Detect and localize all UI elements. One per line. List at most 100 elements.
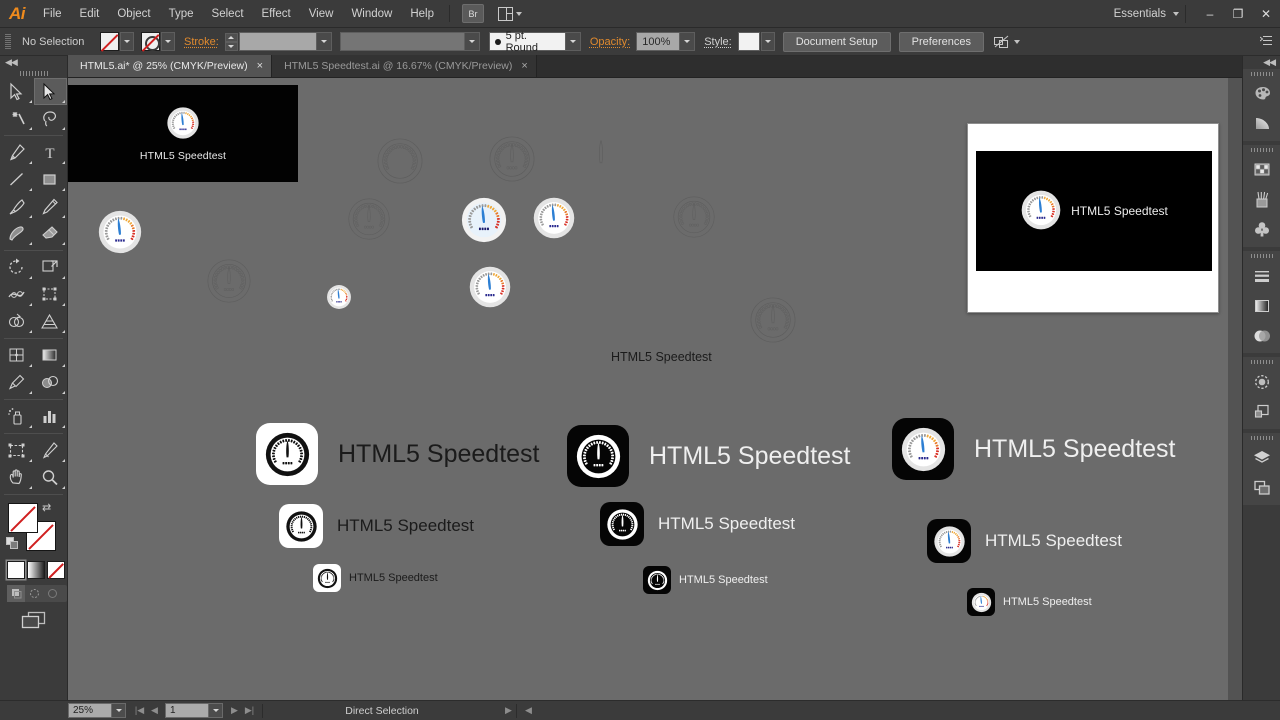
canvas-area[interactable]: HTML5 Speedtest HTML5 Speedtest HTML5 Sp… xyxy=(68,78,1228,700)
logo-large-dark[interactable]: HTML5 Speedtest xyxy=(567,425,851,487)
minimize-button[interactable]: – xyxy=(1196,0,1224,28)
change-screen-mode-icon[interactable] xyxy=(0,611,67,630)
stroke-swatch-group[interactable] xyxy=(141,32,175,51)
dock-group-grip[interactable] xyxy=(1243,69,1280,78)
menu-file[interactable]: File xyxy=(34,0,71,28)
artboard-number-value[interactable]: 1 xyxy=(165,703,209,718)
workspace-switcher[interactable]: Essentials xyxy=(1102,8,1170,20)
fill-swatch-group[interactable] xyxy=(100,32,134,51)
scale-tool[interactable] xyxy=(34,254,68,281)
fill-swatch-none-icon[interactable] xyxy=(100,32,119,51)
line-segment-tool[interactable] xyxy=(0,166,34,193)
navigator-preview-panel[interactable]: HTML5 Speedtest xyxy=(967,123,1219,313)
none-mode-button[interactable] xyxy=(47,561,65,579)
document-setup-button[interactable]: Document Setup xyxy=(782,31,891,52)
brush-definition-chevron-down-icon[interactable] xyxy=(565,32,581,51)
color-guide-panel-icon[interactable] xyxy=(1243,108,1280,138)
gauge-gray-1[interactable] xyxy=(532,196,576,243)
brushes-panel-icon[interactable] xyxy=(1243,184,1280,214)
stroke-panel-icon[interactable] xyxy=(1243,260,1280,290)
stroke-label[interactable]: Stroke: xyxy=(184,36,219,48)
preferences-button[interactable]: Preferences xyxy=(898,31,984,52)
style-label[interactable]: Style: xyxy=(704,36,732,48)
fill-color-box[interactable] xyxy=(8,503,38,533)
magic-wand-tool[interactable] xyxy=(0,105,34,132)
restore-button[interactable]: ❐ xyxy=(1224,0,1252,28)
perspective-grid-tool[interactable] xyxy=(34,308,68,335)
gauge-color-2[interactable] xyxy=(460,196,508,247)
logo-small-color[interactable]: HTML5 Speedtest xyxy=(967,588,1092,616)
lasso-tool[interactable] xyxy=(34,105,68,132)
gradient-mode-button[interactable] xyxy=(27,561,45,579)
swap-fill-stroke-icon[interactable]: ⇄ xyxy=(42,501,51,514)
last-artboard-icon[interactable]: ▶| xyxy=(242,702,257,720)
pencil-tool[interactable] xyxy=(34,193,68,220)
blend-tool[interactable] xyxy=(34,369,68,396)
logo-large-color[interactable]: HTML5 Speedtest xyxy=(892,418,1176,480)
floating-text-label[interactable]: HTML5 Speedtest xyxy=(611,350,712,364)
dock-collapse-icon[interactable]: ◀◀ xyxy=(1243,56,1280,69)
brush-definition-combo[interactable]: 5 pt. Round xyxy=(488,30,581,54)
logo-medium-light[interactable]: HTML5 Speedtest xyxy=(279,504,474,548)
gauge-outline-4[interactable] xyxy=(672,195,716,242)
artboard-chevron-down-icon[interactable] xyxy=(209,703,223,718)
menu-window[interactable]: Window xyxy=(342,0,401,28)
draw-behind-icon[interactable] xyxy=(25,585,43,602)
status-resize-icon[interactable]: ◀ xyxy=(521,702,536,720)
zoom-tool[interactable] xyxy=(34,464,68,491)
arrange-documents-icon[interactable] xyxy=(498,5,522,23)
document-tab-1[interactable]: HTML5 Speedtest.ai @ 16.67% (CMYK/Previe… xyxy=(272,55,537,77)
gauge-outline-1[interactable] xyxy=(376,137,424,188)
transparency-panel-icon[interactable] xyxy=(1243,320,1280,350)
tools-collapse-icon[interactable]: ◀◀ xyxy=(0,56,67,68)
stroke-weight-value[interactable] xyxy=(238,32,317,51)
close-tab-icon[interactable]: × xyxy=(257,60,263,72)
style-swatch-group[interactable] xyxy=(737,32,775,51)
stroke-weight-stepper[interactable] xyxy=(224,32,238,51)
fill-chevron-down-icon[interactable] xyxy=(120,32,134,51)
graphic-styles-panel-icon[interactable] xyxy=(1243,396,1280,426)
mesh-tool[interactable] xyxy=(0,342,34,369)
symbols-panel-icon[interactable] xyxy=(1243,214,1280,244)
close-button[interactable]: ✕ xyxy=(1252,0,1280,28)
tools-panel-grip[interactable] xyxy=(0,68,67,78)
artboard-tool[interactable] xyxy=(0,437,34,464)
previous-artboard-icon[interactable]: ◀ xyxy=(147,702,162,720)
type-tool[interactable]: T xyxy=(34,139,68,166)
gauge-outline-2[interactable] xyxy=(488,135,536,186)
panel-options-icon[interactable] xyxy=(1259,34,1273,49)
bridge-button[interactable]: Br xyxy=(462,4,484,23)
close-tab-icon[interactable]: × xyxy=(521,60,527,72)
dock-group-grip[interactable] xyxy=(1243,357,1280,366)
default-fill-stroke-icon[interactable] xyxy=(6,537,19,550)
dock-group-grip[interactable] xyxy=(1243,145,1280,154)
swatches-panel-icon[interactable] xyxy=(1243,154,1280,184)
document-tab-0[interactable]: HTML5.ai* @ 25% (CMYK/Preview) × xyxy=(68,55,273,77)
hand-tool[interactable] xyxy=(0,464,34,491)
width-tool[interactable] xyxy=(0,281,34,308)
rectangle-tool[interactable] xyxy=(34,166,68,193)
logo-large-light[interactable]: HTML5 Speedtest xyxy=(256,423,540,485)
shape-builder-tool[interactable] xyxy=(0,308,34,335)
blob-brush-tool[interactable] xyxy=(0,220,34,247)
opacity-label[interactable]: Opacity: xyxy=(590,36,630,48)
stroke-profile-combo[interactable] xyxy=(339,32,480,51)
gauge-outline-6[interactable] xyxy=(749,296,797,347)
artboard-number-combo[interactable]: 1 xyxy=(165,703,223,718)
gauge-gray-2[interactable] xyxy=(326,284,352,313)
stroke-weight-combo[interactable] xyxy=(238,32,332,51)
brush-definition-value[interactable]: 5 pt. Round xyxy=(488,30,566,54)
stroke-weight-chevron-down-icon[interactable] xyxy=(316,32,332,51)
menu-help[interactable]: Help xyxy=(401,0,443,28)
dock-group-grip[interactable] xyxy=(1243,251,1280,260)
logo-medium-color[interactable]: HTML5 Speedtest xyxy=(927,519,1122,563)
stroke-profile-value[interactable] xyxy=(339,32,465,51)
gauge-outline-5[interactable] xyxy=(206,258,252,307)
opacity-chevron-down-icon[interactable] xyxy=(680,32,696,51)
pen-tool[interactable] xyxy=(0,139,34,166)
eraser-tool[interactable] xyxy=(34,220,68,247)
gradient-tool[interactable] xyxy=(34,342,68,369)
dock-group-grip[interactable] xyxy=(1243,433,1280,442)
next-artboard-icon[interactable]: ▶ xyxy=(227,702,242,720)
menu-edit[interactable]: Edit xyxy=(71,0,109,28)
